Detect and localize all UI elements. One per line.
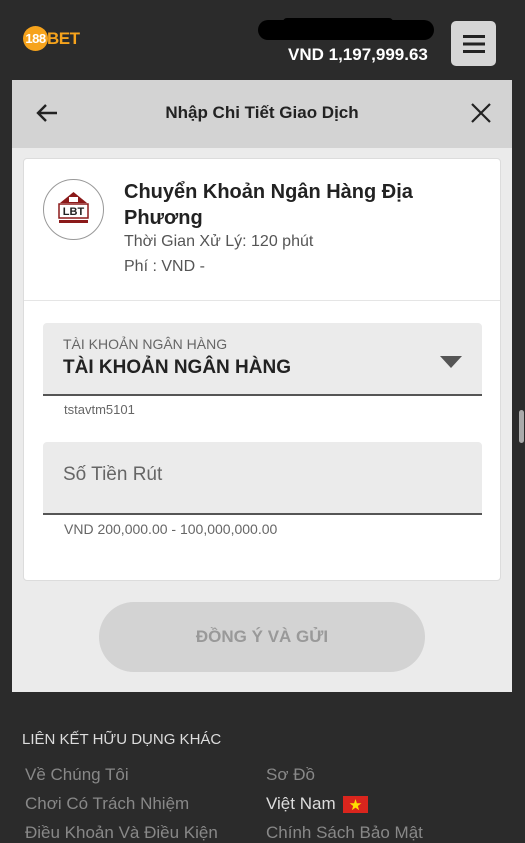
redacted-username-scribble bbox=[283, 18, 393, 26]
bank-logo: LBT bbox=[43, 179, 104, 240]
divider bbox=[24, 300, 500, 301]
bank-account-value: TÀI KHOẢN NGÂN HÀNG bbox=[63, 357, 291, 378]
logo-number: 188 bbox=[23, 26, 48, 51]
logo-text: BET bbox=[47, 28, 80, 48]
bank-account-label: TÀI KHOẢN NGÂN HÀNG bbox=[63, 336, 228, 352]
withdraw-amount-field[interactable] bbox=[43, 442, 482, 515]
submit-button[interactable]: ĐỒNG Ý VÀ GỬI bbox=[99, 602, 425, 672]
scrollbar[interactable] bbox=[519, 410, 524, 443]
vietnam-flag-icon bbox=[342, 795, 368, 813]
amount-range-hint: VND 200,000.00 - 100,000,000.00 bbox=[64, 521, 278, 537]
fee-text: Phí : VND - bbox=[124, 258, 205, 275]
footer-link-sitemap[interactable]: Sơ Đồ bbox=[266, 765, 315, 785]
language-label: Việt Nam bbox=[266, 794, 336, 813]
menu-button[interactable] bbox=[451, 21, 496, 66]
close-icon bbox=[471, 103, 491, 123]
transaction-panel: Nhập Chi Tiết Giao Dịch LBT Chuyển Khoản… bbox=[12, 80, 512, 692]
panel-header: Nhập Chi Tiết Giao Dịch bbox=[12, 80, 512, 148]
panel-title: Nhập Chi Tiết Giao Dịch bbox=[165, 103, 359, 122]
language-selector[interactable]: Việt Nam bbox=[266, 794, 368, 814]
withdraw-form-card: LBT Chuyển Khoản Ngân Hàng Địa Phương Th… bbox=[23, 158, 501, 581]
brand-logo[interactable]: 188 BET bbox=[23, 26, 80, 51]
caret-down-icon bbox=[440, 356, 462, 368]
footer-link-responsible-gaming[interactable]: Chơi Có Trách Nhiệm bbox=[25, 794, 189, 814]
bank-method-name: Chuyển Khoản Ngân Hàng Địa Phương bbox=[124, 181, 413, 229]
bank-building-icon: LBT bbox=[58, 192, 89, 223]
footer: LIÊN KẾT HỮU DỤNG KHÁC Về Chúng Tôi Chơi… bbox=[0, 692, 525, 843]
bank-account-hint: tstavtm5101 bbox=[64, 402, 135, 417]
hamburger-icon bbox=[462, 34, 485, 53]
withdraw-amount-input[interactable] bbox=[63, 460, 463, 490]
bank-account-select[interactable]: TÀI KHOẢN NGÂN HÀNG TÀI KHOẢN NGÂN HÀNG bbox=[43, 323, 482, 396]
top-bar: 188 BET VND 1,197,999.63 bbox=[0, 0, 525, 80]
footer-link-about[interactable]: Về Chúng Tôi bbox=[25, 765, 129, 785]
bank-logo-text: LBT bbox=[63, 206, 85, 218]
footer-link-privacy[interactable]: Chính Sách Bảo Mật bbox=[266, 823, 423, 843]
footer-link-terms[interactable]: Điều Khoản Và Điều Kiện bbox=[25, 823, 218, 843]
account-balance: VND 1,197,999.63 bbox=[288, 45, 428, 64]
footer-heading: LIÊN KẾT HỮU DỤNG KHÁC bbox=[22, 731, 222, 748]
close-button[interactable] bbox=[468, 100, 494, 126]
processing-time: Thời Gian Xử Lý: 120 phút bbox=[124, 233, 314, 250]
